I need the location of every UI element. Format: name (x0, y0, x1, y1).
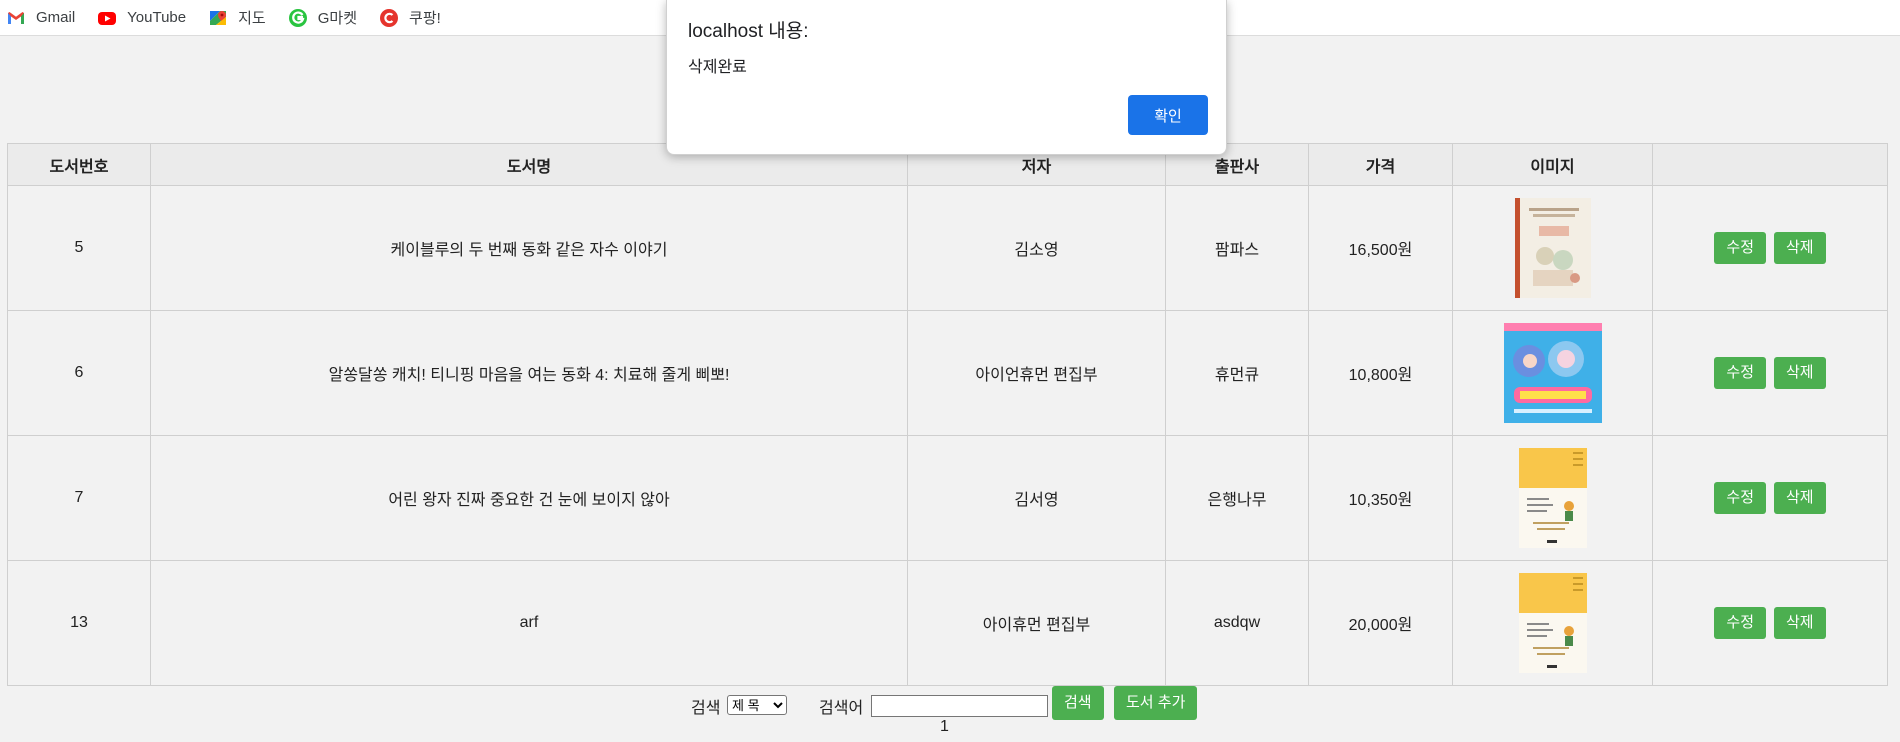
cell-image (1452, 310, 1653, 436)
delete-button[interactable]: 삭제 (1774, 482, 1826, 514)
bookmark-label: Gmail (36, 9, 76, 26)
search-bar: 검색 제 목 검색어 검색 도서 추가 (0, 686, 1900, 720)
delete-button[interactable]: 삭제 (1774, 357, 1826, 389)
alert-dialog: localhost 내용: 삭제완료 확인 (666, 0, 1227, 155)
cell-publisher: 휴먼큐 (1165, 310, 1309, 436)
gmarket-icon (288, 8, 308, 28)
cell-image (1452, 185, 1653, 311)
maps-icon (208, 8, 228, 28)
keyword-label: 검색어 (819, 700, 864, 717)
delete-button[interactable]: 삭제 (1774, 232, 1826, 264)
cell-price: 20,000원 (1308, 560, 1453, 686)
cell-book-title: 알쏭달쏭 캐치! 티니핑 마음을 여는 동화 4: 치료해 줄게 삐뽀! (150, 310, 908, 436)
book-table: 도서번호 도서명 저자 출판사 가격 이미지 5 케이블루의 두 번째 동화 같… (7, 143, 1888, 686)
cell-author: 김서영 (907, 435, 1166, 561)
header-image: 이미지 (1452, 143, 1653, 186)
edit-button[interactable]: 수정 (1714, 357, 1766, 389)
search-field-select[interactable]: 제 목 (727, 695, 787, 715)
search-label: 검색 (691, 700, 721, 717)
cell-actions: 수정 삭제 (1652, 185, 1888, 311)
cell-book-number: 13 (7, 560, 151, 686)
bookmark-label: 쿠팡! (409, 10, 441, 27)
cell-actions: 수정 삭제 (1652, 435, 1888, 561)
dialog-ok-button[interactable]: 확인 (1128, 95, 1208, 135)
bookmark-youtube[interactable]: YouTube (97, 8, 186, 28)
bookmark-label: YouTube (127, 9, 187, 26)
little-prince-book-cover (1518, 573, 1587, 673)
bookmark-maps[interactable]: 지도 (208, 7, 266, 28)
cell-price: 10,800원 (1308, 310, 1453, 436)
cell-book-title: 케이블루의 두 번째 동화 같은 자수 이야기 (150, 185, 908, 311)
header-price: 가격 (1308, 143, 1453, 186)
dialog-title: localhost 내용: (688, 21, 809, 42)
cell-publisher: 팜파스 (1165, 185, 1309, 311)
table-row: 6 알쏭달쏭 캐치! 티니핑 마음을 여는 동화 4: 치료해 줄게 삐뽀! 아… (7, 310, 1888, 436)
cell-book-title: arf (150, 560, 908, 686)
header-book-number: 도서번호 (7, 143, 151, 186)
table-row: 7 어린 왕자 진짜 중요한 건 눈에 보이지 않아 김서영 은행나무 10,3… (7, 435, 1888, 561)
header-actions (1652, 143, 1888, 186)
coupang-icon (379, 8, 399, 28)
cell-publisher: asdqw (1165, 560, 1309, 686)
cell-book-number: 7 (7, 435, 151, 561)
cell-author: 아이언휴먼 편집부 (907, 310, 1166, 436)
bookmark-gmail[interactable]: Gmail (6, 8, 75, 28)
bookmark-label: 지도 (238, 10, 266, 27)
cell-actions: 수정 삭제 (1652, 560, 1888, 686)
keyword-input[interactable] (871, 695, 1048, 717)
bookmark-coupang[interactable]: 쿠팡! (379, 7, 441, 28)
page-number-link[interactable]: 1 (940, 718, 949, 736)
delete-button[interactable]: 삭제 (1774, 607, 1826, 639)
edit-button[interactable]: 수정 (1714, 607, 1766, 639)
cell-book-title: 어린 왕자 진짜 중요한 건 눈에 보이지 않아 (150, 435, 908, 561)
dialog-message: 삭제완료 (688, 59, 747, 76)
cell-price: 10,350원 (1308, 435, 1453, 561)
cell-book-number: 5 (7, 185, 151, 311)
cell-publisher: 은행나무 (1165, 435, 1309, 561)
tinyping-book-cover (1503, 323, 1602, 423)
bookmark-gmarket[interactable]: G마켓 (288, 7, 357, 28)
cell-author: 아이휴먼 편집부 (907, 560, 1166, 686)
search-button[interactable]: 검색 (1052, 686, 1104, 720)
bookmark-label: G마켓 (317, 10, 358, 27)
cell-image (1452, 560, 1653, 686)
cell-actions: 수정 삭제 (1652, 310, 1888, 436)
cell-book-number: 6 (7, 310, 151, 436)
edit-button[interactable]: 수정 (1714, 232, 1766, 264)
youtube-icon (97, 8, 117, 28)
gmail-icon (6, 8, 26, 28)
edit-button[interactable]: 수정 (1714, 482, 1766, 514)
little-prince-book-cover (1518, 448, 1587, 548)
cell-author: 김소영 (907, 185, 1166, 311)
cell-price: 16,500원 (1308, 185, 1453, 311)
embroidery-book-cover (1514, 198, 1591, 298)
add-book-button[interactable]: 도서 추가 (1114, 686, 1198, 720)
table-row: 5 케이블루의 두 번째 동화 같은 자수 이야기 김소영 팜파스 16,500… (7, 185, 1888, 311)
cell-image (1452, 435, 1653, 561)
table-row: 13 arf 아이휴먼 편집부 asdqw 20,000원 수정 삭제 (7, 560, 1888, 686)
